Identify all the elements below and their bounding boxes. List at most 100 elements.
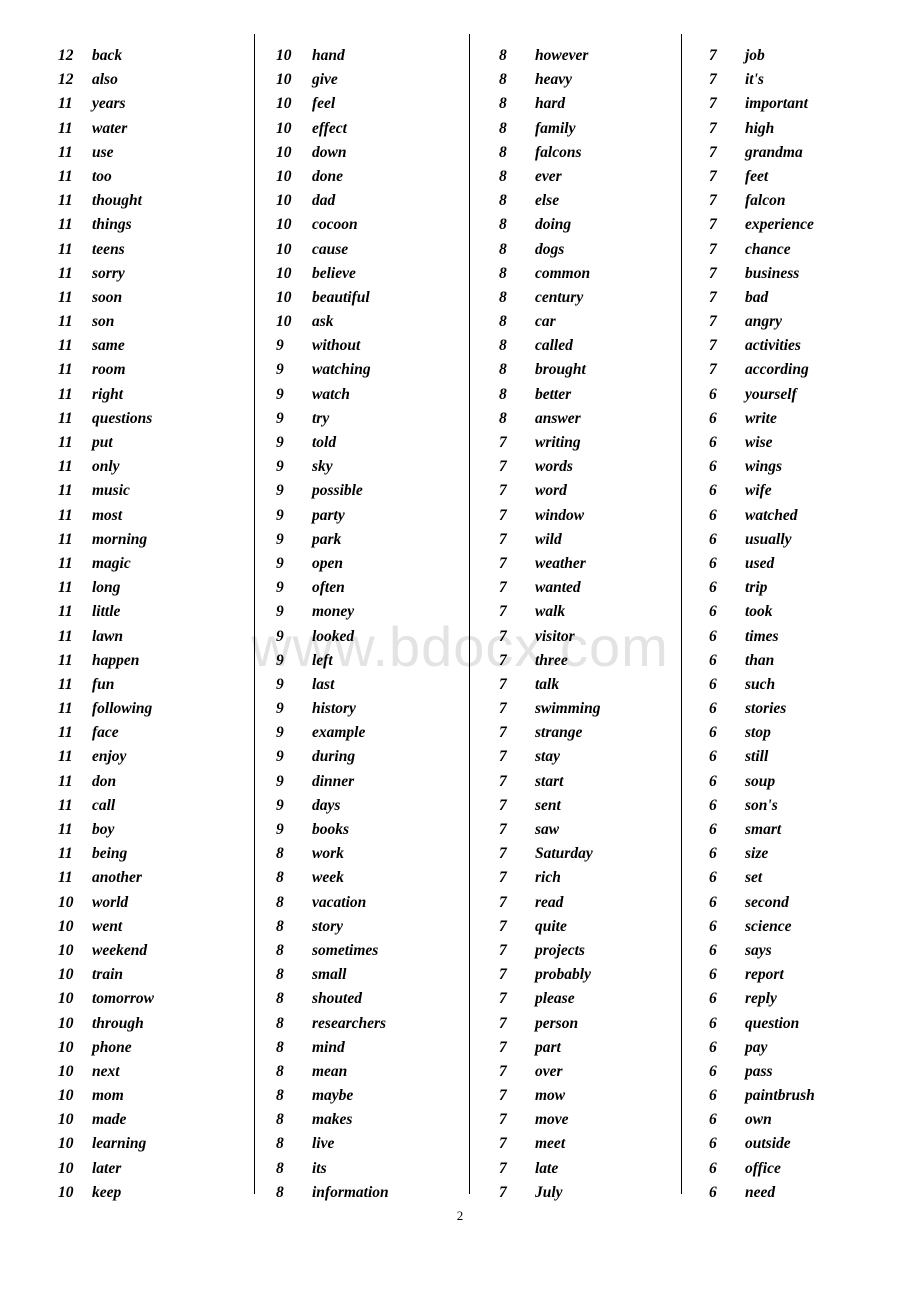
- word-label: shouted: [312, 990, 362, 1008]
- word-label: experience: [745, 216, 814, 234]
- word-label: part: [535, 1038, 561, 1056]
- word-frequency-row: 10 next: [58, 1060, 254, 1084]
- word-label: makes: [312, 1111, 353, 1129]
- word-frequency-row: 9 open: [276, 552, 469, 576]
- word-frequency-row: 8 its: [276, 1157, 469, 1181]
- word-label: dogs: [535, 240, 565, 258]
- word-frequency-row: 7 angry: [709, 310, 920, 334]
- word-label: pay: [745, 1038, 768, 1056]
- word-frequency-row: 8 else: [499, 189, 681, 213]
- word-count: 10: [58, 1135, 74, 1153]
- word-count: 11: [58, 603, 73, 621]
- word-frequency-row: 8 live: [276, 1132, 469, 1156]
- word-frequency-row: 7 please: [499, 987, 681, 1011]
- word-frequency-row: 6 watched: [709, 504, 920, 528]
- word-frequency-row: 10 cause: [276, 238, 469, 262]
- word-count: 10: [276, 240, 292, 258]
- word-count: 10: [276, 47, 292, 64]
- word-label: times: [745, 627, 779, 645]
- word-count: 8: [499, 47, 507, 64]
- word-label: cause: [312, 240, 349, 258]
- word-label: took: [745, 603, 773, 621]
- word-frequency-row: 7 start: [499, 770, 681, 794]
- word-label: important: [745, 95, 808, 113]
- word-frequency-row: 7 grandma: [709, 141, 920, 165]
- word-frequency-row: 7 mow: [499, 1084, 681, 1108]
- word-frequency-row: 11 enjoy: [58, 745, 254, 769]
- word-frequency-row: 10 done: [276, 165, 469, 189]
- word-count: 7: [709, 288, 717, 306]
- word-count: 11: [58, 748, 73, 766]
- word-frequency-row: 8 falcons: [499, 141, 681, 165]
- word-label: trip: [745, 579, 768, 597]
- word-count: 8: [499, 240, 507, 258]
- word-count: 8: [499, 264, 507, 282]
- word-count: 7: [709, 361, 717, 379]
- word-frequency-row: 8 heavy: [499, 68, 681, 92]
- word-count: 11: [58, 796, 73, 814]
- word-frequency-row: 10 tomorrow: [58, 987, 254, 1011]
- word-label: questions: [92, 409, 153, 427]
- word-count: 7: [499, 893, 507, 911]
- word-label: person: [535, 1014, 579, 1032]
- word-column-1: 12 back 12 also 11 years 11 water 11 use 11 too 11 th…: [0, 0, 254, 1225]
- word-count: 7: [499, 506, 507, 524]
- word-count: 8: [499, 409, 507, 427]
- word-frequency-row: 8 car: [499, 310, 681, 334]
- word-frequency-row: 7 writing: [499, 431, 681, 455]
- word-frequency-row: 7 probably: [499, 963, 681, 987]
- word-frequency-row: 7 bad: [709, 286, 920, 310]
- word-frequency-row: 11 another: [58, 866, 254, 890]
- word-count: 8: [276, 917, 284, 935]
- word-count: 7: [499, 724, 507, 742]
- word-label: believe: [312, 264, 356, 282]
- word-frequency-row: 9 days: [276, 794, 469, 818]
- word-label: please: [535, 990, 575, 1008]
- word-label: only: [92, 458, 120, 476]
- word-frequency-row: 9 during: [276, 745, 469, 769]
- word-frequency-row: 7 falcon: [709, 189, 920, 213]
- word-count: 6: [709, 554, 717, 572]
- word-label: work: [312, 845, 344, 863]
- word-label: such: [745, 675, 776, 693]
- word-label: brought: [535, 361, 586, 379]
- word-label: told: [312, 434, 337, 451]
- word-label: yourself: [745, 385, 797, 403]
- word-frequency-row: 7 late: [499, 1157, 681, 1181]
- word-label: most: [92, 506, 123, 524]
- word-count: 11: [58, 554, 73, 572]
- word-count: 7: [499, 651, 507, 669]
- word-frequency-row: 11 morning: [58, 528, 254, 552]
- word-count: 11: [58, 700, 73, 718]
- word-count: 9: [276, 700, 284, 718]
- word-label: done: [312, 167, 343, 185]
- word-frequency-row: 8 work: [276, 842, 469, 866]
- word-frequency-row: 8 dogs: [499, 238, 681, 262]
- word-label: quite: [535, 917, 567, 935]
- word-label: money: [312, 603, 355, 621]
- word-frequency-row: 10 world: [58, 891, 254, 915]
- word-count: 11: [58, 216, 73, 234]
- word-label: water: [92, 119, 128, 137]
- word-count: 11: [58, 264, 73, 282]
- word-label: right: [92, 385, 124, 403]
- word-frequency-row: 9 try: [276, 407, 469, 431]
- word-count: 11: [58, 821, 73, 838]
- word-label: office: [745, 1159, 781, 1177]
- word-label: else: [535, 192, 560, 210]
- word-label: heavy: [535, 71, 573, 89]
- word-count: 8: [276, 1014, 284, 1032]
- word-count: 6: [709, 409, 717, 427]
- word-label: history: [312, 700, 356, 718]
- word-frequency-row: 6 reply: [709, 987, 920, 1011]
- word-label: bad: [745, 288, 769, 306]
- word-frequency-row: 7 person: [499, 1012, 681, 1036]
- word-frequency-row: 10 hand: [276, 44, 469, 68]
- word-frequency-row: 7 business: [709, 262, 920, 286]
- word-frequency-row: 7 quite: [499, 915, 681, 939]
- word-frequency-row: 7 rich: [499, 866, 681, 890]
- word-label: smart: [745, 821, 782, 838]
- word-label: saw: [535, 821, 560, 838]
- word-label: mean: [312, 1062, 348, 1080]
- word-count: 6: [709, 845, 717, 863]
